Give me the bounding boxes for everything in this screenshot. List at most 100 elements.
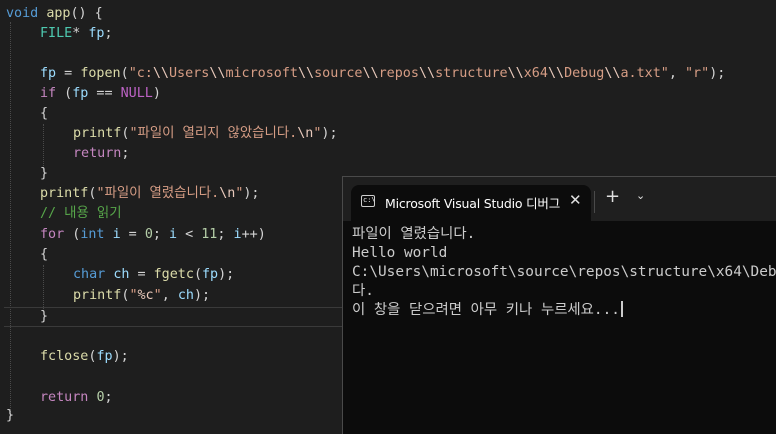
current-line-highlight [4,307,344,327]
code-token: } [40,166,49,181]
code-token: printf [73,126,122,141]
code-token: ); [709,66,726,81]
code-line[interactable]: fclose(fp); [40,347,129,367]
code-token: ; [152,227,169,242]
code-token: ( [120,66,129,81]
code-token: } [6,408,15,423]
new-tab-button[interactable]: + [605,186,620,207]
code-token: if [40,86,57,101]
code-line[interactable]: if (fp == NULL) [40,84,161,104]
code-token: i [233,227,242,242]
code-line[interactable]: void app() { [6,4,103,24]
code-line[interactable]: printf("파일이 열리지 않았습니다.\n"); [73,124,338,144]
text-cursor [620,301,623,317]
code-line[interactable]: // 내용 읽기 [40,204,122,224]
code-token: Users [169,66,210,81]
code-line[interactable]: char ch = fgetc(fp); [73,265,234,285]
code-token: ( [56,86,73,101]
code-token: a.txt" [620,66,669,81]
code-line[interactable]: printf("%c", ch); [73,286,210,306]
code-line[interactable]: return; [73,144,129,164]
code-token: { [40,247,49,262]
close-icon[interactable]: ✕ [569,191,582,209]
code-token: source [314,66,363,81]
console-output[interactable]: 파일이 열렸습니다. Hello world C:\Users\microsof… [352,225,776,320]
code-token: int [80,227,105,242]
code-token: Debug [564,66,605,81]
code-token: \n [297,126,314,141]
debug-console-window[interactable]: c:\ Microsoft Visual Studio 디버그 ✕ + ⌄ 파일… [342,176,776,434]
code-token: ; [104,26,113,41]
terminal-tab-bar: c:\ Microsoft Visual Studio 디버그 ✕ + ⌄ [343,177,776,221]
code-line[interactable]: return 0; [40,388,113,408]
code-line[interactable]: for (int i = 0; i < 11; i++) [40,225,266,245]
code-token: ch [113,267,130,282]
code-comment: // 내용 읽기 [40,206,122,221]
code-token: fgetc [153,267,194,282]
code-token: * [72,26,81,41]
code-token: ; [104,390,113,405]
code-line[interactable]: } [40,164,48,184]
code-token: " [153,288,162,303]
code-token: \\ [547,66,565,81]
code-token: x64 [523,66,548,81]
code-token: fp [202,267,219,282]
code-line[interactable]: } [6,406,14,426]
code-token: () { [70,6,103,21]
tab-debug-console[interactable]: c:\ Microsoft Visual Studio 디버그 ✕ [351,185,591,221]
code-token: { [40,106,49,121]
code-token: fp [96,349,113,364]
code-token: \\ [362,66,379,81]
code-token: for [40,227,65,242]
code-token: app [46,6,71,21]
code-token: fopen [80,66,121,81]
code-token: = [56,66,81,81]
code-token: \\ [298,66,315,81]
code-token: char [73,267,106,282]
code-line[interactable]: fp = fopen("c:\\Users\\microsoft\\source… [40,64,725,84]
code-token: %c [137,288,154,303]
console-prompt-line: 이 창을 닫으려면 아무 키나 누르세요... [352,301,776,320]
code-token: "c: [128,66,153,81]
console-line: 파일이 열렸습니다. [352,226,476,242]
code-token: ) [257,227,266,242]
code-token: \\ [152,66,169,81]
code-token: printf [40,186,89,201]
code-token: fp [40,66,57,81]
code-token: void [6,6,39,21]
code-token: "파일이 열렸습니다. [96,186,220,201]
code-token: = [129,267,154,282]
console-line: C:\Users\microsoft\source\repos\structur… [352,264,776,280]
code-token: "r" [685,66,710,81]
code-line[interactable]: { [40,104,48,124]
code-token: fp [88,26,105,41]
console-line: 다. [352,283,374,299]
indent-guide [10,22,11,414]
chevron-down-icon[interactable]: ⌄ [636,189,645,202]
code-token: "파일이 열리지 않았습니다. [129,126,298,141]
code-token: " [129,288,138,303]
code-line[interactable]: } [40,307,48,327]
tab-title: Microsoft Visual Studio 디버그 [385,196,561,211]
code-line[interactable]: FILE* fp; [40,24,113,44]
code-token: ); [243,186,260,201]
code-token: ); [112,349,129,364]
code-token: repos [378,66,419,81]
code-line[interactable]: printf("파일이 열렸습니다.\n"); [40,184,260,204]
code-token: return [73,146,122,161]
code-token: } [40,309,49,324]
code-token: \\ [604,66,621,81]
code-token: ++ [241,227,258,242]
code-token: \\ [209,66,226,81]
code-token: , [161,288,178,303]
code-token: ) [152,86,161,101]
code-token: fp [72,86,89,101]
code-token: printf [73,288,122,303]
code-token: FILE [40,26,73,41]
console-line: Hello world [352,245,448,261]
code-line[interactable]: { [40,245,48,265]
console-line: 이 창을 닫으려면 아무 키나 누르세요... [352,302,620,318]
indent-guide [43,265,44,311]
code-token: == [88,86,121,101]
code-token: ); [321,126,338,141]
